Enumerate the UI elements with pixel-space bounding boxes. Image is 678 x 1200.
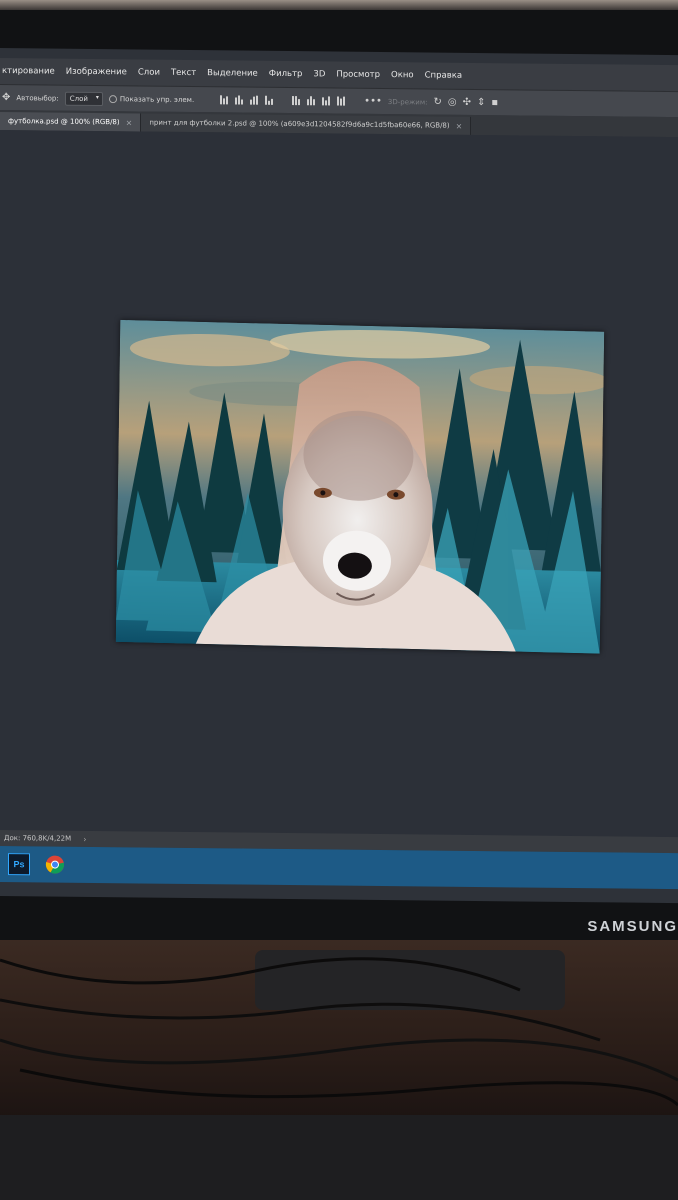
more-options-icon[interactable]: ••• <box>364 96 382 107</box>
chevron-right-icon[interactable]: › <box>83 834 86 843</box>
show-transform-controls-toggle[interactable]: Показать упр. элем. <box>108 94 195 104</box>
mode-3d-label: 3D-режим: <box>387 97 428 106</box>
menu-edit[interactable]: ктирование <box>2 66 55 77</box>
menu-filter[interactable]: Фильтр <box>269 69 303 79</box>
distribute-center-icon[interactable] <box>307 96 316 106</box>
menu-select[interactable]: Выделение <box>207 68 258 79</box>
tab-tshirt-psd[interactable]: футболка.psd @ 100% (RGB/8) × <box>0 112 142 132</box>
windows-taskbar: Ps <box>0 846 678 890</box>
chrome-icon <box>45 855 65 874</box>
align-top-icon[interactable] <box>220 95 229 105</box>
workspace[interactable] <box>0 130 678 838</box>
menu-image[interactable]: Изображение <box>66 67 127 78</box>
keyboard <box>0 1115 678 1200</box>
menu-help[interactable]: Справка <box>425 70 462 80</box>
close-icon[interactable]: × <box>126 118 133 127</box>
autoselect-label: Автовыбор: <box>16 93 59 103</box>
menu-window[interactable]: Окно <box>391 70 414 80</box>
monitor-brand-logo: SAMSUNG <box>587 918 678 935</box>
roll-3d-icon[interactable]: ◎ <box>448 97 457 108</box>
align-left-icon[interactable] <box>265 95 274 105</box>
wolf-forest-image <box>115 319 605 654</box>
autoselect-value: Слой <box>69 94 88 103</box>
taskbar-photoshop-button[interactable]: Ps <box>4 849 34 879</box>
show-controls-label: Показать упр. элем. <box>119 94 195 104</box>
menu-layers[interactable]: Слои <box>138 67 160 77</box>
chevron-down-icon: ▾ <box>95 93 99 101</box>
menu-text[interactable]: Текст <box>171 68 196 78</box>
document-canvas[interactable] <box>115 319 605 654</box>
checkbox[interactable] <box>108 94 117 103</box>
photoshop-icon: Ps <box>8 853 30 876</box>
move-tool-icon[interactable]: ✥ <box>2 92 10 103</box>
monitor-screen: ктирование Изображение Слои Текст Выделе… <box>0 48 678 904</box>
distribute-top-icon[interactable] <box>292 96 301 106</box>
cables <box>0 957 678 1107</box>
rotate-3d-icon[interactable]: ↻ <box>434 97 442 108</box>
menu-3d[interactable]: 3D <box>313 69 325 79</box>
align-bottom-icon[interactable] <box>250 95 259 105</box>
slide-3d-icon[interactable]: ⇕ <box>477 97 485 108</box>
close-icon[interactable]: × <box>456 121 463 130</box>
distribute-horizontal-icon[interactable] <box>337 96 346 106</box>
scale-3d-icon[interactable]: ▪ <box>491 97 498 108</box>
document-size-readout: Док: 760,8K/4,22M <box>4 834 72 843</box>
tab-label: футболка.psd @ 100% (RGB/8) <box>8 117 120 127</box>
distribute-bottom-icon[interactable] <box>322 96 331 106</box>
align-vcenter-icon[interactable] <box>235 95 244 105</box>
taskbar-chrome-button[interactable] <box>40 849 70 879</box>
drag-3d-icon[interactable]: ✣ <box>463 97 471 108</box>
autoselect-dropdown[interactable]: Слой ▾ <box>64 91 103 106</box>
tab-label: принт для футболки 2.psd @ 100% (a609e3d… <box>149 118 450 130</box>
menu-view[interactable]: Просмотр <box>336 70 380 80</box>
